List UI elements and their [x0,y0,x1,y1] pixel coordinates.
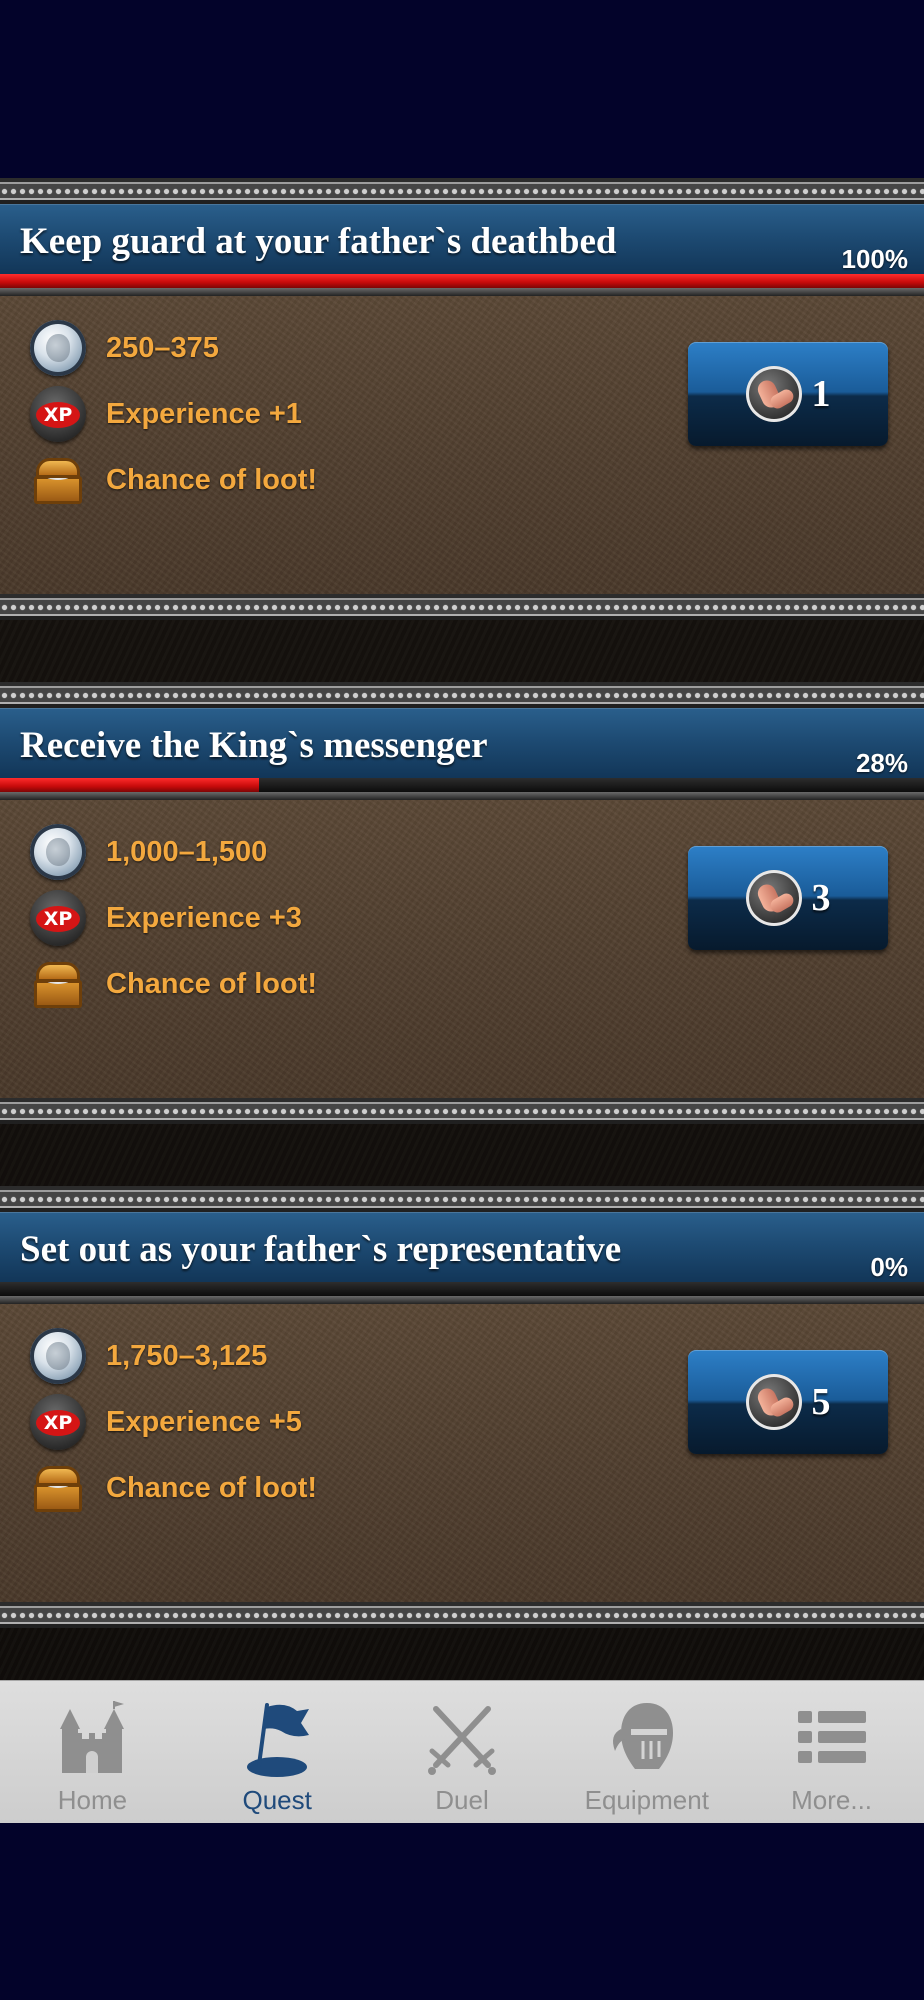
reward-experience: XP Experience +3 [30,890,302,946]
knight-helmet-icon [612,1703,673,1769]
quest-card: Set out as your father`s representative … [0,1186,924,1628]
quest-card: Keep guard at your father`s deathbed 100… [0,178,924,620]
quest-list: Keep guard at your father`s deathbed 100… [0,178,924,1680]
tab-home[interactable]: Home [0,1681,185,1823]
treasure-chest-icon [30,1460,86,1516]
tab-equipment[interactable]: Equipment [554,1681,739,1823]
crossed-swords-icon [427,1706,496,1775]
quest-progress-fill [0,274,924,288]
tab-quest-label: Quest [242,1785,312,1815]
progress-divider [0,792,924,800]
quest-progress-fill [0,778,259,792]
reward-silver-text: 1,000–1,500 [106,835,268,868]
quest-progress-bar [0,274,924,288]
metal-rail [0,1186,924,1212]
silver-coin-icon [30,824,86,880]
quest-title: Keep guard at your father`s deathbed [20,221,617,262]
progress-divider [0,288,924,296]
list-icon [797,1711,866,1763]
reward-loot: Chance of loot! [30,1460,317,1516]
quest-title: Receive the King`s messenger [20,725,488,766]
tab-quest[interactable]: Quest [185,1681,370,1823]
tab-more-label: More... [791,1785,873,1815]
tab-duel[interactable]: Duel [370,1681,555,1823]
xp-icon: XP [30,1394,86,1450]
reward-experience: XP Experience +5 [30,1394,302,1450]
castle-icon [60,1701,125,1773]
game-screen: Keep guard at your father`s deathbed 100… [0,0,924,2000]
reward-experience-text: Experience +3 [106,901,302,934]
xp-badge: XP [36,906,80,932]
quest-card: Receive the King`s messenger 28% 1,000–1… [0,682,924,1124]
reward-loot: Chance of loot! [30,956,317,1012]
energy-cost: 3 [811,877,831,919]
quest-progress-percent: 0% [870,1252,908,1282]
strength-arm-icon [745,366,802,422]
quest-progress-percent: 28% [855,748,908,778]
metal-rail [0,1602,924,1628]
treasure-chest-icon [30,956,86,1012]
tab-home-label: Home [57,1785,128,1815]
quest-title-bar: Keep guard at your father`s deathbed 100… [0,204,924,274]
energy-cost: 1 [811,373,831,415]
reward-silver: 1,000–1,500 [30,824,267,880]
reward-experience: XP Experience +1 [30,386,302,442]
reward-silver: 250–375 [30,320,219,376]
quest-flag-icon [247,1703,310,1777]
tab-duel-label: Duel [435,1785,489,1815]
do-quest-button[interactable]: 5 [688,1350,888,1454]
metal-rail [0,594,924,620]
quest-progress-percent: 100% [841,244,909,274]
treasure-chest-icon [30,452,86,508]
reward-experience-text: Experience +5 [106,1405,302,1438]
xp-badge: XP [36,402,80,428]
do-quest-button[interactable]: 3 [688,846,888,950]
quest-progress-bar [0,1282,924,1296]
reward-loot: Chance of loot! [30,452,317,508]
metal-rail [0,682,924,708]
tab-equipment-label: Equipment [584,1785,709,1815]
do-quest-button[interactable]: 1 [688,342,888,446]
metal-rail [0,178,924,204]
metal-rail [0,1098,924,1124]
xp-icon: XP [30,890,86,946]
reward-silver-text: 250–375 [106,331,219,364]
quest-title: Set out as your father`s representative [20,1229,622,1270]
reward-loot-text: Chance of loot! [106,1471,318,1504]
reward-silver-text: 1,750–3,125 [106,1339,268,1372]
strength-arm-icon [745,870,802,926]
strength-arm-icon [745,1374,802,1430]
tab-more[interactable]: More... [739,1681,924,1823]
quest-progress-bar [0,778,924,792]
reward-silver: 1,750–3,125 [30,1328,267,1384]
xp-badge: XP [36,1410,80,1436]
bottom-tab-bar: Home Quest Duel Equipment More... [0,1680,924,1823]
reward-loot-text: Chance of loot! [106,967,318,1000]
silver-coin-icon [30,1328,86,1384]
reward-experience-text: Experience +1 [106,397,302,430]
quest-title-bar: Receive the King`s messenger 28% [0,708,924,778]
xp-icon: XP [30,386,86,442]
silver-coin-icon [30,320,86,376]
reward-loot-text: Chance of loot! [106,463,318,496]
energy-cost: 5 [811,1381,831,1423]
quest-title-bar: Set out as your father`s representative … [0,1212,924,1282]
progress-divider [0,1296,924,1304]
